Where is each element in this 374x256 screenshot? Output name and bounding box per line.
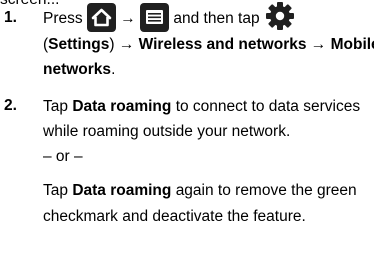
mobile-label: Mobile — [330, 36, 374, 53]
data-roaming-label: Data roaming — [72, 98, 172, 115]
wireless-label: Wireless and networks — [138, 36, 307, 53]
networks-label: networks — [43, 61, 112, 78]
arrow-3: → — [310, 36, 327, 53]
manual-page: screen... 1. Press → and then tap — [0, 0, 374, 256]
step-number: 2. — [4, 97, 17, 114]
step-number: 1. — [4, 9, 17, 26]
step-2-line-4: Tap Data roaming again to remove the gre… — [43, 182, 357, 199]
and-then-tap-text: and then tap — [173, 10, 260, 28]
settings-gear-icon — [264, 0, 296, 32]
arrow-2: → — [118, 36, 135, 53]
home-icon — [86, 2, 116, 32]
arrow-1: → — [120, 10, 136, 28]
step-2-line-1: Tap Data roaming to connect to data serv… — [43, 98, 361, 115]
data-roaming-label: Data roaming — [72, 182, 172, 199]
press-text: Press — [43, 10, 83, 28]
step-1-line-3: networks. — [43, 61, 116, 78]
step-2-line-2: while roaming outside your network. — [43, 123, 291, 140]
step-1-line-1: Press → and then tap — [43, 0, 296, 35]
settings-label: Settings — [48, 36, 110, 53]
step-2-line-5: checkmark and deactivate the feature. — [43, 208, 306, 225]
menu-icon — [140, 2, 170, 32]
or-separator: – or – — [43, 148, 83, 165]
step-1-line-2: (Settings) → Wireless and networks → Mob… — [43, 35, 374, 55]
